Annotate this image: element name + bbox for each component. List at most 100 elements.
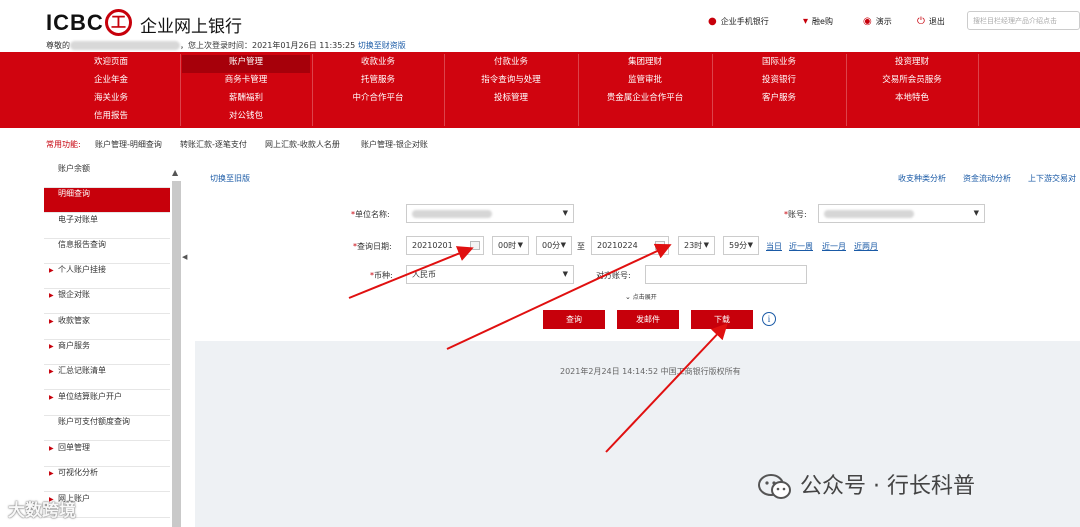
income-expense-analysis-link[interactable]: 收支种类分析	[898, 173, 946, 184]
unit-name-label-text: 单位名称:	[355, 210, 390, 219]
query-button[interactable]: 查询	[543, 310, 605, 329]
main-nav: 欢迎页面 账户管理 收款业务 付款业务 集团理财 国际业务 投资理财 企业年金 …	[0, 52, 1080, 128]
download-button[interactable]: 下载	[691, 310, 753, 329]
range-month-link[interactable]: 近一月	[822, 241, 846, 252]
nav-supervision[interactable]: 监管审批	[580, 73, 710, 91]
start-hour-select[interactable]: 00时 ▼	[492, 236, 529, 255]
sidebar-item-collection-manager[interactable]: ▶ 收款管家	[44, 315, 170, 340]
info-icon[interactable]: i	[762, 312, 776, 326]
bank-logo-icon: 工	[105, 9, 132, 36]
calendar-icon[interactable]	[655, 241, 665, 250]
start-date-input[interactable]: 20210201	[406, 236, 484, 255]
nav-intermediary[interactable]: 中介合作平台	[314, 91, 442, 109]
end-minute-select[interactable]: 59分 ▼	[723, 236, 759, 255]
unit-name-select[interactable]: ▼	[406, 204, 574, 223]
phone-user-icon: ●	[708, 16, 717, 27]
start-minute-select[interactable]: 00分 ▼	[536, 236, 572, 255]
chevron-down-icon: ⌄	[625, 293, 631, 301]
nav-corporate-wallet[interactable]: 对公钱包	[182, 109, 310, 127]
nav-exchange-member[interactable]: 交易所会员服务	[848, 73, 976, 91]
expand-more-toggle[interactable]: ⌄ 点击展开	[625, 292, 657, 301]
chevron-down-icon: ▼	[703, 241, 709, 249]
sidebar-item-label: 账户余额	[58, 164, 90, 173]
nav-business-card[interactable]: 商务卡管理	[182, 73, 310, 91]
account-select[interactable]: ▼	[818, 204, 985, 223]
common-link-reconciliation[interactable]: 账户管理-银企对账	[361, 139, 428, 150]
calendar-icon[interactable]	[470, 241, 480, 250]
scroll-up-icon[interactable]: ▲	[172, 168, 182, 178]
sidebar-item-personal-link[interactable]: ▶ 个人账户挂接	[44, 264, 170, 289]
range-two-months-link[interactable]: 近两月	[854, 241, 878, 252]
fund-flow-analysis-link[interactable]: 资金流动分析	[963, 173, 1011, 184]
expand-triangle-icon: ▶	[49, 318, 54, 325]
nav-payment[interactable]: 付款业务	[446, 55, 576, 73]
nav-credit-report[interactable]: 信用报告	[46, 109, 176, 127]
sidebar-item-detail-query[interactable]: 明细查询	[44, 188, 170, 213]
sidebar-item-label: 单位结算账户开户	[58, 392, 122, 401]
end-hour-select[interactable]: 23时 ▼	[678, 236, 715, 255]
sidebar-item-account-opening[interactable]: ▶ 单位结算账户开户	[44, 391, 170, 416]
sidebar-item-balance[interactable]: 账户余额	[44, 163, 170, 188]
range-today-link[interactable]: 当日	[766, 241, 782, 252]
watermark-left: 大数跨境	[8, 496, 76, 521]
nav-instruction-query[interactable]: 指令查询与处理	[446, 73, 576, 91]
demo-link[interactable]: ◉ 演示	[863, 16, 892, 27]
rong-e-gou-link[interactable]: ▾ 融e购	[803, 16, 833, 27]
start-minute-value: 00分	[542, 241, 561, 250]
nav-investment[interactable]: 投资理财	[848, 55, 976, 73]
demo-label: 演示	[875, 17, 892, 26]
sidebar-item-summary-ledger[interactable]: ▶ 汇总记账清单	[44, 365, 170, 390]
nav-precious-metals[interactable]: 贵金属企业合作平台	[580, 91, 710, 109]
unit-name-label: *单位名称:	[351, 210, 390, 219]
sidebar-item-receipts[interactable]: ▶ 回单管理	[44, 442, 170, 467]
nav-divider	[846, 54, 847, 126]
nav-account-management[interactable]: 账户管理	[182, 55, 310, 73]
range-week-link[interactable]: 近一周	[789, 241, 813, 252]
nav-investment-bank[interactable]: 投资银行	[714, 73, 844, 91]
common-link-transfer[interactable]: 转账汇款-逐笔支付	[180, 139, 247, 150]
sidebar-scrollbar[interactable]	[172, 181, 181, 527]
site-search-input[interactable]: 搜栏目栏经理产品介绍点击	[967, 11, 1080, 30]
common-link-payee-list[interactable]: 网上汇款-收款人名册	[265, 139, 340, 150]
currency-select[interactable]: 人民币 ▼	[406, 265, 574, 284]
redacted-account-number	[824, 209, 914, 218]
sidebar-item-merchant[interactable]: ▶ 商户服务	[44, 340, 170, 365]
expand-more-label: 点击展开	[632, 294, 657, 301]
end-date-input[interactable]: 20210224	[591, 236, 669, 255]
nav-customs[interactable]: 海关业务	[46, 91, 176, 109]
query-date-label-text: 查询日期:	[357, 242, 392, 251]
counterparty-label: 对方账号:	[596, 271, 631, 280]
sidebar-item-visual-analysis[interactable]: ▶ 可视化分析	[44, 467, 170, 492]
common-link-detail-query[interactable]: 账户管理-明细查询	[95, 139, 162, 150]
switch-old-version-link[interactable]: 切换至旧版	[210, 173, 250, 184]
counterparty-account-input[interactable]	[645, 265, 807, 284]
nav-payroll[interactable]: 薪酬福利	[182, 91, 310, 109]
send-email-button[interactable]: 发邮件	[617, 310, 679, 329]
nav-bidding[interactable]: 投标管理	[446, 91, 576, 109]
last-login-time: ，您上次登录时间：2021年01月26日 11:35:25	[180, 41, 356, 50]
nav-local-features[interactable]: 本地特色	[848, 91, 976, 109]
nav-customer-service[interactable]: 客户服务	[714, 91, 844, 109]
sidebar-item-label: 账户可支付额度查询	[58, 417, 130, 426]
nav-welcome[interactable]: 欢迎页面	[46, 55, 176, 73]
chevron-down-icon: ▼	[562, 209, 568, 217]
upstream-downstream-link[interactable]: 上下游交易对	[1028, 173, 1076, 184]
start-date-value: 20210201	[412, 241, 453, 250]
sidebar-item-reconciliation[interactable]: ▶ 银企对账	[44, 289, 170, 314]
sidebar-item-info-report[interactable]: 信息报告查询	[44, 239, 170, 264]
nav-group-finance[interactable]: 集团理财	[580, 55, 710, 73]
nav-custody[interactable]: 托管服务	[314, 73, 442, 91]
nav-divider	[978, 54, 979, 126]
collapse-sidebar-icon[interactable]: ◀	[182, 253, 190, 265]
nav-international[interactable]: 国际业务	[714, 55, 844, 73]
sidebar-item-payable-limit[interactable]: 账户可支付额度查询	[44, 416, 170, 441]
switch-treasury-link[interactable]: 切换至财资版	[358, 41, 406, 50]
sidebar-item-e-statement[interactable]: 电子对账单	[44, 214, 170, 239]
nav-collection[interactable]: 收款业务	[314, 55, 442, 73]
logout-link[interactable]: ⏻ 退出	[917, 16, 945, 27]
nav-annuity[interactable]: 企业年金	[46, 73, 176, 91]
watermark-left-text: 大数跨境	[8, 501, 76, 521]
mobile-bank-link[interactable]: ● 企业手机银行	[708, 16, 769, 27]
nav-divider	[312, 54, 313, 126]
chevron-down-icon: ▼	[560, 241, 566, 249]
